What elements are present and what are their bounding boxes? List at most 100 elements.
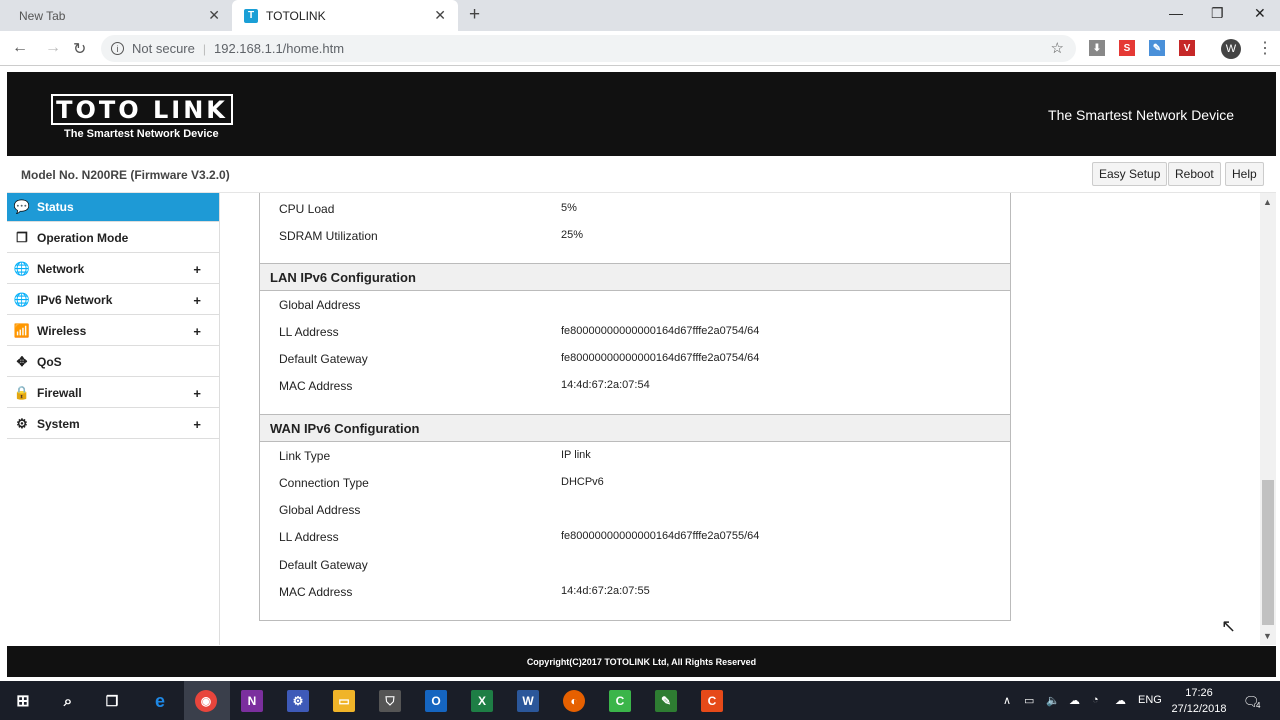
restore-icon[interactable]: ❐ <box>1211 5 1224 22</box>
wan-connection-type-value: DHCPv6 <box>561 476 604 488</box>
scroll-up-icon[interactable]: ▲ <box>1263 197 1272 207</box>
qos-icon: ✥ <box>16 354 28 369</box>
download-extension-icon[interactable]: ⬇ <box>1089 40 1105 56</box>
edge-icon[interactable]: e <box>149 690 171 712</box>
notepad-icon[interactable]: ✎ <box>655 690 677 712</box>
omnibox-divider: | <box>202 41 206 56</box>
reload-icon[interactable]: ↻ <box>73 39 86 59</box>
network-tool-icon[interactable]: ⚙ <box>287 690 309 712</box>
sidebar-item-status[interactable]: 💬 Status <box>7 193 219 222</box>
chat-icon: 💬 <box>13 199 31 214</box>
help-button[interactable]: Help <box>1225 162 1264 186</box>
volume-icon[interactable]: 🔈 <box>1046 694 1060 707</box>
firefox-icon[interactable]: ◐ <box>563 690 585 712</box>
lan-default-gateway-value: fe80000000000000164d67fffe2a0754/64 <box>561 352 760 364</box>
cpu-load-label: CPU Load <box>279 202 335 216</box>
page-header: TOTO LINK The Smartest Network Device Th… <box>7 72 1276 156</box>
tray-expand-icon[interactable]: ∧ <box>1003 694 1011 707</box>
s-extension-icon[interactable]: S <box>1119 40 1135 56</box>
expand-plus-icon[interactable]: + <box>193 386 201 401</box>
outlook-icon[interactable]: O <box>425 690 447 712</box>
profile-avatar[interactable]: W <box>1221 39 1241 59</box>
onedrive-icon[interactable]: ☁ <box>1069 694 1080 707</box>
task-view-icon[interactable]: ❐ <box>101 690 123 712</box>
info-icon[interactable]: i <box>111 42 124 55</box>
lock-icon: 🔒 <box>13 385 31 400</box>
sidebar-item-qos[interactable]: ✥ QoS <box>7 348 219 377</box>
sidebar-item-network[interactable]: 🌐 Network + <box>7 255 219 284</box>
sidebar-item-ipv6-network[interactable]: 🌐 IPv6 Network + <box>7 286 219 315</box>
menu-dots-icon[interactable]: ⋮ <box>1257 38 1273 58</box>
store-icon[interactable]: ⛉ <box>379 690 401 712</box>
windows-start-icon[interactable]: ⊞ <box>12 690 34 712</box>
v-extension-icon[interactable]: V <box>1179 40 1195 56</box>
expand-plus-icon[interactable]: + <box>193 324 201 339</box>
totolink-favicon-icon: T <box>244 8 258 23</box>
tab-title: TOTOLINK <box>266 8 326 23</box>
wifi-tray-icon[interactable]: ◔ <box>1092 694 1099 706</box>
language-indicator[interactable]: ENG <box>1138 694 1162 706</box>
expand-plus-icon[interactable]: + <box>193 417 201 432</box>
mouse-cursor-icon: ↖ <box>1221 616 1237 636</box>
url-text[interactable]: 192.168.1.1/home.htm <box>214 41 344 56</box>
sidebar-item-wireless[interactable]: 📶 Wireless + <box>7 317 219 346</box>
tab-title: New Tab <box>19 8 66 23</box>
expand-plus-icon[interactable]: + <box>193 262 201 277</box>
gear-icon: ⚙ <box>16 416 28 431</box>
wan-ll-address-value: fe80000000000000164d67fffe2a0755/64 <box>561 530 760 542</box>
notification-count: 4 <box>1256 701 1261 710</box>
recorder-icon[interactable]: C <box>701 690 723 712</box>
reboot-button[interactable]: Reboot <box>1168 162 1221 186</box>
close-window-icon[interactable]: ✕ <box>1254 5 1266 22</box>
wifi-icon: 📶 <box>13 323 31 338</box>
expand-plus-icon[interactable]: + <box>193 293 201 308</box>
page-scrollbar[interactable]: ▲ ▼ <box>1260 193 1276 645</box>
sidebar-nav: 💬 Status ❐ Operation Mode 🌐 Network + 🌐 … <box>7 193 220 645</box>
excel-icon[interactable]: X <box>471 690 493 712</box>
sidebar-item-label: System <box>37 417 80 431</box>
clock-date: 27/12/2018 <box>1171 703 1227 715</box>
easy-setup-button[interactable]: Easy Setup <box>1092 162 1168 186</box>
lan-mac-address-value: 14:4d:67:2a:07:54 <box>561 379 650 391</box>
pen-extension-icon[interactable]: ✎ <box>1149 40 1165 56</box>
forward-icon[interactable]: → <box>45 39 61 57</box>
search-icon[interactable]: ⌕ <box>57 690 79 712</box>
lan-ll-address-label: LL Address <box>279 325 339 339</box>
clock-time: 17:26 <box>1185 687 1213 699</box>
status-content: CPU Load 5% SDRAM Utilization 25% LAN IP… <box>220 193 1260 645</box>
windows-taskbar: ⊞ ⌕ ❐ e ◉ N ⚙ ▭ ⛉ O X W ◐ C ✎ C ∧ ▭ 🔈 ☁ … <box>0 681 1280 720</box>
tab-new-tab[interactable]: New Tab ✕ <box>0 0 232 31</box>
sidebar-item-system[interactable]: ⚙ System + <box>7 410 219 439</box>
page-footer: Copyright(C)2017 TOTOLINK Ltd, All Right… <box>7 646 1276 677</box>
bookmark-star-icon[interactable]: ☆ <box>1051 39 1064 57</box>
sidebar-item-firewall[interactable]: 🔒 Firewall + <box>7 379 219 408</box>
word-icon[interactable]: W <box>517 690 539 712</box>
new-tab-icon[interactable]: + <box>469 4 480 26</box>
omnibox[interactable]: i Not secure | 192.168.1.1/home.htm ☆ <box>101 35 1076 62</box>
sidebar-item-label: IPv6 Network <box>37 293 113 307</box>
scrollbar-thumb[interactable] <box>1262 480 1274 625</box>
onenote-icon[interactable]: N <box>241 690 263 712</box>
tab-totolink[interactable]: T TOTOLINK ✕ <box>232 0 458 31</box>
close-tab-icon[interactable]: ✕ <box>208 7 220 24</box>
back-icon[interactable]: ← <box>12 39 28 57</box>
tray-device-icon[interactable]: ▭ <box>1024 694 1034 707</box>
model-number: Model No. N200RE (Firmware V3.2.0) <box>21 168 230 182</box>
sidebar-item-label: Wireless <box>37 324 87 338</box>
sidebar-item-label: Firewall <box>37 386 82 400</box>
scroll-down-icon[interactable]: ▼ <box>1263 631 1272 641</box>
globe-icon: 🌐 <box>13 292 31 307</box>
lan-ipv6-heading: LAN IPv6 Configuration <box>259 263 1011 291</box>
chrome-icon[interactable]: ◉ <box>195 690 217 712</box>
cloud-icon[interactable]: ☁ <box>1115 694 1126 707</box>
file-explorer-icon[interactable]: ▭ <box>333 690 355 712</box>
minimize-icon[interactable]: — <box>1169 5 1183 21</box>
header-tagline: The Smartest Network Device <box>1048 107 1234 123</box>
system-clock[interactable]: 17:26 27/12/2018 <box>1170 685 1228 717</box>
close-tab-icon[interactable]: ✕ <box>434 7 446 24</box>
camtasia-icon[interactable]: C <box>609 690 631 712</box>
sidebar-item-operation-mode[interactable]: ❐ Operation Mode <box>7 224 219 253</box>
router-page: TOTO LINK The Smartest Network Device Th… <box>0 66 1280 681</box>
sdram-value: 25% <box>561 229 584 241</box>
sidebar-item-label: Network <box>37 262 85 276</box>
